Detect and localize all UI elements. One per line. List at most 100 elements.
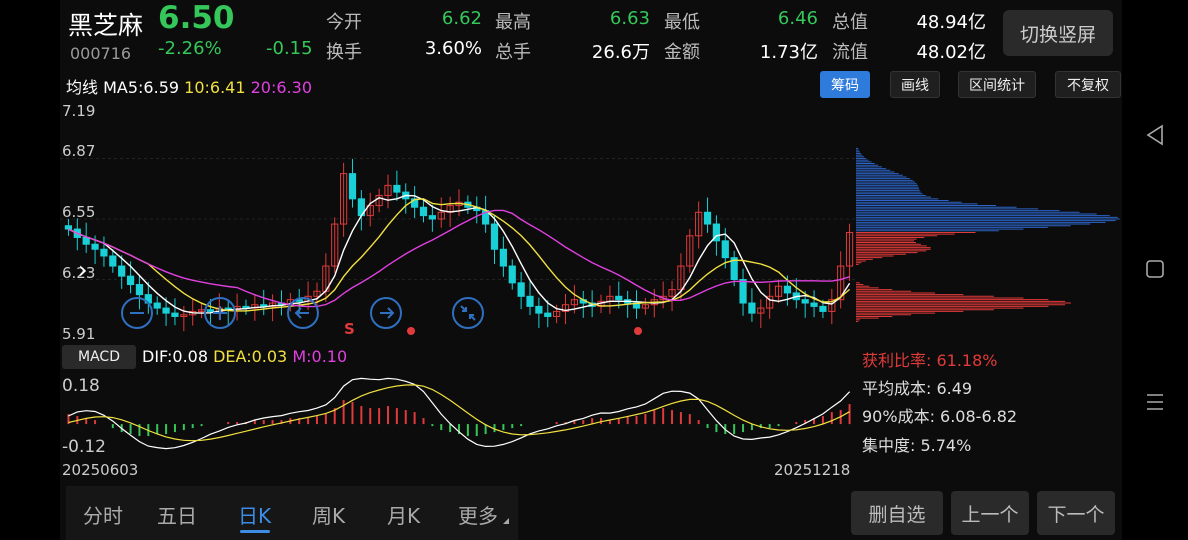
label-float-value: 流值	[832, 42, 868, 63]
value-total-value: 48.94亿	[916, 12, 986, 33]
candle-body	[517, 282, 525, 297]
tab-five-day[interactable]: 五日	[157, 500, 197, 529]
candle-body	[703, 211, 712, 225]
candle-body	[135, 284, 144, 296]
candle-body	[162, 307, 170, 314]
dif-value: DIF:0.08	[142, 347, 209, 366]
ma20-value: 20:6.30	[250, 78, 312, 97]
macd-axis-top: 0.18	[62, 376, 100, 396]
candle-body	[100, 248, 108, 257]
tab-monthly-k[interactable]: 月K	[387, 500, 420, 529]
candle-body	[393, 184, 401, 193]
previous-stock-button[interactable]: 上一个	[951, 491, 1029, 535]
macd-chart	[67, 377, 851, 450]
collapse-icon[interactable]	[451, 296, 485, 330]
macd-button[interactable]: MACD	[62, 345, 136, 369]
chips-button[interactable]: 筹码	[820, 71, 870, 98]
stock-code: 000716	[70, 44, 132, 63]
label-high: 最高	[495, 12, 531, 33]
signal-dot	[407, 327, 415, 335]
macd-legend: DIF:0.08 DEA:0.03 M:0.10	[142, 347, 347, 366]
dif-line	[68, 377, 851, 450]
switch-portrait-button[interactable]: 切换竖屏	[1003, 10, 1113, 56]
arrow-left-icon[interactable]	[286, 296, 320, 330]
candle-body	[64, 225, 73, 230]
ma-legend: 均线 MA5:6.59 10:6.41 20:6.30	[66, 74, 312, 98]
candle-body	[82, 236, 90, 245]
change-percent: -2.26%	[158, 38, 222, 59]
value-turnover: 3.60%	[424, 38, 482, 59]
m-value: M:0.10	[292, 347, 348, 366]
menu-icon[interactable]	[1146, 393, 1164, 411]
tab-weekly-k[interactable]: 周K	[312, 500, 345, 529]
candle-body	[721, 240, 729, 259]
candle-body	[109, 255, 117, 267]
ma5-value: MA5:6.59	[103, 78, 180, 97]
candle-body	[739, 279, 747, 304]
label-amount: 金额	[664, 42, 700, 63]
candle-body	[171, 312, 179, 317]
zoom-out-icon[interactable]	[120, 296, 154, 330]
tab-intraday[interactable]: 分时	[83, 500, 123, 529]
current-price: 6.50	[158, 0, 235, 36]
candle-body	[91, 243, 99, 250]
arrow-right-icon[interactable]	[369, 296, 403, 330]
value-amount: 1.73亿	[759, 42, 818, 63]
average-cost: 平均成本: 6.49	[862, 379, 973, 398]
next-stock-button[interactable]: 下一个	[1037, 491, 1115, 535]
tab-more[interactable]: 更多	[458, 500, 498, 529]
candle-body	[153, 302, 161, 309]
macd-axis-bottom: -0.12	[62, 437, 106, 457]
remove-watchlist-button[interactable]: 删自选	[851, 491, 943, 535]
candle-body	[126, 275, 135, 286]
period-tabs	[66, 486, 518, 540]
dea-value: DEA:0.03	[213, 347, 288, 366]
start-date: 20250603	[62, 461, 139, 479]
ma10-value: 10:6.41	[184, 78, 246, 97]
candle-body	[819, 305, 827, 312]
candle-body	[544, 312, 552, 317]
label-turnover: 换手	[326, 42, 362, 63]
value-float-value: 48.02亿	[916, 42, 986, 63]
cost-90: 90%成本: 6.08-6.82	[862, 407, 1018, 426]
draw-line-button[interactable]: 画线	[890, 71, 940, 98]
ma-label: 均线	[66, 78, 99, 97]
label-volume: 总手	[495, 42, 531, 63]
candle-body	[508, 265, 516, 284]
no-adjust-button[interactable]: 不复权	[1055, 71, 1121, 98]
candle-body	[801, 299, 809, 304]
tab-daily-k[interactable]: 日K	[238, 500, 271, 529]
stock-name: 黑芝麻	[68, 11, 144, 40]
active-tab-indicator	[240, 530, 270, 533]
more-caret-icon	[503, 518, 509, 524]
candle-body	[348, 173, 357, 200]
candle-body	[419, 206, 428, 217]
back-icon[interactable]	[1145, 124, 1165, 146]
price-tick-3: 6.55	[62, 203, 96, 221]
home-icon[interactable]	[1146, 260, 1164, 278]
signal-dot	[634, 327, 642, 335]
candle-body	[535, 305, 543, 314]
candle-body	[615, 295, 623, 301]
value-high: 6.63	[609, 8, 650, 29]
zoom-in-icon[interactable]	[203, 296, 237, 330]
candle-body	[428, 215, 436, 220]
range-stats-button[interactable]: 区间统计	[958, 71, 1036, 98]
candle-body	[526, 295, 534, 307]
candle-body	[499, 248, 507, 267]
sell-signal-mark: S	[344, 320, 355, 338]
candle-body	[810, 302, 818, 307]
value-volume: 26.6万	[591, 42, 650, 63]
chevron-right-icon[interactable]: ›	[78, 256, 88, 284]
candle-body	[748, 302, 756, 314]
price-tick-2: 6.87	[62, 142, 96, 160]
value-low: 6.46	[777, 8, 818, 29]
candle-body	[118, 265, 126, 277]
candle-body	[490, 223, 499, 250]
left-bezel	[0, 0, 60, 540]
change-amount: -0.15	[266, 38, 313, 59]
price-tick-5: 5.91	[62, 325, 96, 343]
label-open: 今开	[326, 12, 362, 33]
end-date: 20251218	[774, 461, 851, 479]
label-total-value: 总值	[832, 12, 868, 33]
